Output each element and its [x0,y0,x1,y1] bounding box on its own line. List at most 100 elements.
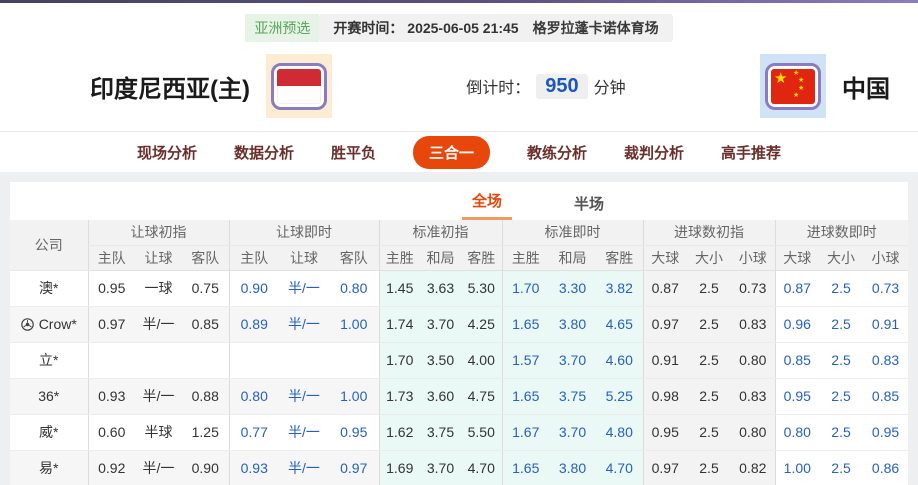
odds-cell: 0.95 [642,414,687,451]
odds-cell: 0.85 [182,306,229,343]
odds-cell: 1.70 [501,270,549,307]
odds-cell: 2.5 [819,270,864,307]
odds-cell: 1.57 [501,342,549,379]
subtab-full-match[interactable]: 全场 [461,182,512,220]
countdown-value: 950 [536,73,588,99]
odds-cell: 1.00 [329,306,379,343]
odds-cell: 0.87 [774,270,820,307]
odds-cell: 4.60 [596,342,643,379]
column-header: 主队 [87,245,135,271]
odds-cell: 1.25 [182,414,229,451]
analysis-nav: 现场分析 数据分析 胜平负 三合一 教练分析 裁判分析 高手推荐 [0,131,918,172]
group-header-goals-live: 进球数即时 [774,220,909,246]
column-header: 和局 [549,245,596,271]
tab-expert-picks[interactable]: 高手推荐 [721,142,781,163]
odds-cell: 1.62 [378,414,420,451]
tab-referee-analysis[interactable]: 裁判分析 [624,142,684,163]
column-header: 小球 [731,245,776,271]
odds-cell: 0.83 [863,342,909,379]
odds-cell: 1.73 [378,378,420,415]
odds-cell: 1.65 [501,306,549,343]
group-header-handicap-live: 让球即时 [228,220,379,246]
odds-cell: 0.86 [863,450,909,485]
odds-cell: 0.75 [182,270,229,307]
odds-cell: 2.5 [819,414,864,451]
china-flag-icon: ★ ★ ★ ★ ★ [760,54,826,118]
odds-cell: 0.80 [228,378,279,415]
odds-cell: 3.75 [420,414,461,451]
odds-cell: 0.83 [731,306,776,343]
tab-coach-analysis[interactable]: 教练分析 [527,142,587,163]
column-header: 让球 [279,245,329,271]
odds-table-body: 澳* 0.95 一球 0.75 0.90 半/一 0.80 1.45 3.63 5.30 1.70 3… [10,270,909,485]
odds-cell: 3.80 [549,306,596,343]
odds-cell: 0.83 [731,378,776,415]
kickoff-info-bar: 开赛时间： 2025-06-05 21:45 格罗拉蓬卡诺体育场 [319,14,673,42]
kickoff-time: 开赛时间： 2025-06-05 21:45 [333,20,519,36]
odds-cell: 1.65 [501,450,549,485]
odds-cell: 0.95 [774,378,820,415]
content-area: 全场 半场 公司 让球初指 让球即时 标准初指 标准即时 进球数初指 进球数即时… [0,172,918,485]
odds-cell: 半/一 [279,270,329,307]
table-row: 威* 0.60 半球 1.25 0.77 半/一 0.95 1.62 3.75 5.50 1.67 3… [10,414,909,451]
tab-three-in-one[interactable]: 三合一 [412,135,490,169]
table-row: 易* 0.92 半/一 0.90 0.93 半/一 0.97 1.69 3.70 4.70 1.65… [10,450,909,485]
odds-cell [87,342,135,379]
column-header: 大小 [687,245,731,271]
odds-cell: 2.5 [687,270,731,307]
column-header: 小球 [863,245,909,271]
odds-cell: 0.60 [87,414,135,451]
odds-cell [182,342,229,379]
odds-cell: 0.90 [228,270,279,307]
away-team-name: 中国 [842,75,890,103]
odds-cell: 0.80 [329,270,379,307]
match-header: 亚洲预选 开赛时间： 2025-06-05 21:45 格罗拉蓬卡诺体育场 印度… [0,3,918,131]
home-team-name: 印度尼西亚(主) [90,75,250,103]
odds-cell: 2.5 [687,378,731,415]
period-subtabs: 全场 半场 [10,182,908,220]
odds-cell: 2.5 [687,306,731,343]
odds-card: 全场 半场 公司 让球初指 让球即时 标准初指 标准即时 进球数初指 进球数即时… [10,182,909,485]
tab-data-analysis[interactable]: 数据分析 [234,142,294,163]
table-row: 立* 1.70 3.50 4.00 1.57 3.70 4.60 0.91 2.5 0.80 0.8… [10,342,909,379]
tab-live-analysis[interactable]: 现场分析 [137,142,197,163]
subtab-half-match[interactable]: 半场 [564,185,614,220]
column-header: 客胜 [596,245,643,271]
odds-cell: 0.95 [863,414,909,451]
odds-cell: 0.97 [87,306,135,343]
odds-table: 公司 让球初指 让球即时 标准初指 标准即时 进球数初指 进球数即时 主队 让球… [10,220,909,485]
odds-cell: 0.73 [863,270,909,307]
odds-cell: 0.87 [642,270,687,307]
odds-cell: 3.60 [420,378,461,415]
odds-cell: 0.97 [329,450,379,485]
countdown: 倒计时： 950 分钟 [466,73,626,99]
odds-cell: 1.00 [329,378,379,415]
odds-cell: 1.70 [378,342,420,379]
odds-cell: 0.93 [87,378,135,415]
odds-cell: 2.5 [819,450,864,485]
column-header: 主胜 [378,245,420,271]
column-header: 和局 [420,245,461,271]
odds-cell: 3.30 [549,270,596,307]
odds-cell: 3.70 [420,306,461,343]
odds-cell: 4.70 [596,450,643,485]
venue: 格罗拉蓬卡诺体育场 [532,20,659,36]
odds-cell: 1.74 [378,306,420,343]
group-header-goals-initial: 进球数初指 [642,220,776,246]
odds-cell: 3.70 [420,450,461,485]
odds-cell: 3.70 [549,414,596,451]
tab-win-draw-lose[interactable]: 胜平负 [331,142,376,163]
odds-cell: 半/一 [279,414,329,451]
company-cell: 36* [10,378,88,415]
odds-cell: 4.25 [461,306,502,343]
company-cell: Crow* [10,306,88,343]
odds-cell: 0.80 [731,342,776,379]
odds-cell: 半/一 [135,306,182,343]
column-header: 大球 [774,245,820,271]
odds-cell: 5.30 [461,270,502,307]
odds-cell: 4.65 [596,306,643,343]
column-header: 主队 [228,245,279,271]
odds-cell: 2.5 [687,342,731,379]
odds-cell: 半/一 [279,378,329,415]
odds-cell: 0.73 [731,270,776,307]
